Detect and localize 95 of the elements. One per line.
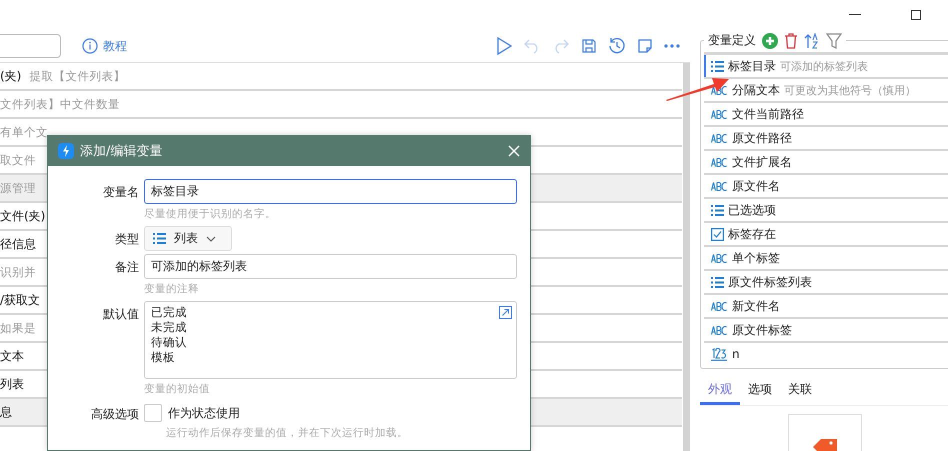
list-icon [711, 276, 724, 288]
annotation-arrow [666, 75, 730, 101]
variable-item[interactable]: 新文件名 [704, 295, 948, 317]
history-icon[interactable] [608, 37, 626, 55]
list-icon [153, 233, 166, 244]
variable-item[interactable]: 标签目录 可添加的标签列表 [704, 55, 948, 77]
number-type-icon [711, 348, 728, 360]
step-note: 取文件 [0, 152, 36, 168]
variable-item[interactable]: n [704, 343, 948, 365]
minimize-icon[interactable] [849, 14, 861, 16]
scrollbar[interactable] [683, 63, 690, 451]
text-type-icon [711, 254, 728, 262]
variable-note: 可添加的标签列表 [780, 58, 868, 74]
step-note: 提取【文件列表】 [29, 68, 126, 84]
maximize-icon[interactable] [911, 10, 921, 20]
checkbox[interactable] [144, 404, 162, 422]
chevron-down-icon [206, 236, 216, 242]
note-field[interactable]: 可添加的标签列表 [144, 254, 517, 279]
step-title: 文件(夹) [0, 208, 46, 224]
variable-name: 原文件路径 [732, 130, 792, 146]
variable-name: 文件扩展名 [732, 154, 792, 170]
field-label: 备注 [114, 259, 139, 276]
variable-item[interactable]: 标签存在 [704, 223, 948, 245]
tab[interactable]: 关联 [780, 377, 820, 405]
play-icon[interactable] [496, 37, 512, 55]
filter-icon[interactable] [826, 32, 842, 48]
search-field[interactable] [0, 34, 61, 58]
variable-item[interactable]: 原文件路径 [704, 127, 948, 149]
step-title: /获取文 [0, 292, 40, 308]
variable-item[interactable]: 分隔文本 可更改为其他符号（慎用） [704, 79, 948, 101]
field-hint: 变量的注释 [144, 282, 200, 296]
info-icon [82, 38, 98, 54]
list-icon [711, 204, 724, 216]
tab[interactable]: 选项 [740, 377, 780, 405]
variable-item[interactable]: 文件扩展名 [704, 151, 948, 173]
variable-name: 原文件名 [732, 178, 780, 194]
list-icon [711, 60, 724, 72]
tutorial-link[interactable]: 教程 [103, 38, 127, 54]
step-note: 如果是 [0, 320, 36, 336]
panel-title: 变量定义 [708, 32, 756, 49]
variable-name: 已选选项 [728, 202, 776, 218]
step-note: 识别并 [0, 264, 36, 280]
step-title: (夹) [0, 68, 22, 84]
checkbox-label: 作为状态使用 [168, 404, 240, 422]
step-note: 源管理 [0, 180, 36, 196]
variable-note: 可更改为其他符号（慎用） [784, 82, 916, 98]
checkbox-icon [711, 228, 724, 240]
text-type-icon [711, 182, 728, 190]
variable-item[interactable]: 已选选项 [704, 199, 948, 221]
field-hint: 变量的初始值 [144, 382, 211, 396]
variable-name: 文件当前路径 [732, 106, 804, 122]
variable-item[interactable]: 单个标签 [704, 247, 948, 269]
save-icon[interactable] [581, 38, 597, 54]
field-hint: 运行动作后保存变量的值，并在下次运行时加载。 [165, 426, 409, 440]
default-value-field[interactable]: 已完成 未完成 待确认 模板 [144, 301, 517, 379]
sort-icon[interactable] [804, 32, 820, 48]
tab[interactable]: 外观 [700, 377, 740, 405]
step-title: 息 [0, 404, 12, 420]
step-note: 文件列表】中文件数量 [0, 96, 120, 112]
step-title: 径信息 [0, 236, 36, 252]
text-type-icon [711, 158, 728, 166]
field-label: 类型 [114, 231, 139, 248]
variable-name: 新文件名 [732, 298, 780, 314]
type-dropdown[interactable]: 列表 [144, 226, 232, 251]
variable-name: 原文件标签列表 [728, 274, 812, 290]
variable-name: 标签目录 [728, 58, 776, 74]
field-label: 默认值 [102, 306, 139, 323]
variable-item[interactable]: 文件当前路径 [704, 103, 948, 125]
variable-item[interactable]: 原文件标签列表 [704, 271, 948, 293]
step-title: 文本 [0, 348, 24, 364]
lightning-icon [58, 143, 74, 159]
variable-item[interactable]: 原文件名 [704, 175, 948, 197]
variable-name: 分隔文本 [732, 82, 780, 98]
more-icon[interactable] [664, 44, 680, 48]
close-icon[interactable] [508, 145, 520, 157]
add-icon[interactable] [762, 32, 778, 48]
note-icon[interactable] [637, 38, 653, 54]
text-type-icon [711, 110, 728, 118]
field-hint: 尽量使用便于识别的名字。 [144, 207, 277, 221]
step-note: 有单个文 [0, 124, 48, 140]
text-type-icon [711, 326, 728, 334]
text-type-icon [711, 86, 728, 94]
variable-name: 单个标签 [732, 250, 780, 266]
variable-name: n [732, 347, 740, 361]
step-title: 列表 [0, 376, 24, 392]
delete-icon[interactable] [784, 32, 798, 48]
variable-name: 标签存在 [728, 226, 776, 242]
variable-name: 原文件标签 [732, 322, 792, 338]
name-field[interactable]: 标签目录 [144, 179, 517, 204]
expand-icon[interactable] [499, 306, 512, 319]
field-label: 变量名 [102, 184, 139, 201]
text-type-icon [711, 302, 728, 310]
variable-item[interactable]: 原文件标签 [704, 319, 948, 341]
field-label: 高级选项 [90, 406, 139, 423]
text-type-icon [711, 134, 728, 142]
